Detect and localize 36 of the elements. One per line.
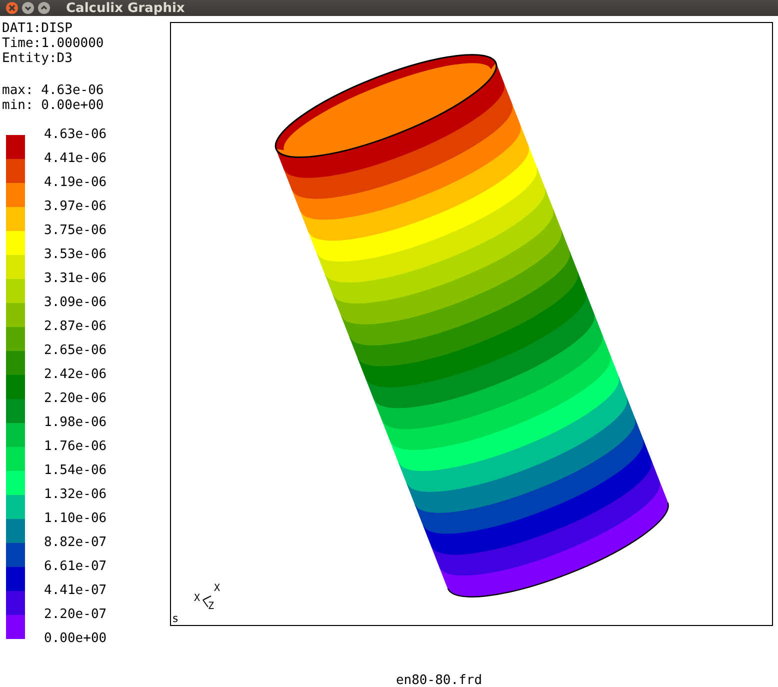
range-text: min: 0.00e+00 <box>2 98 105 113</box>
info-text: Time:1.000000 <box>2 36 105 51</box>
legend-value: 3.31e-06 <box>44 270 107 288</box>
range-text: max: 4.63e-06 <box>2 83 105 98</box>
legend-value: 3.09e-06 <box>44 294 107 312</box>
axis-label: X <box>194 593 200 604</box>
legend-value: 2.20e-07 <box>44 606 107 624</box>
legend-value: 8.82e-07 <box>44 534 107 552</box>
close-icon[interactable] <box>6 2 18 14</box>
legend-value: 0.00e+00 <box>44 630 107 648</box>
minimize-icon[interactable] <box>22 2 34 14</box>
legend-value: 4.41e-07 <box>44 582 107 600</box>
legend-value: 4.41e-06 <box>44 150 107 168</box>
maximize-icon[interactable] <box>38 2 50 14</box>
legend-value: 2.42e-06 <box>44 366 107 384</box>
legend-value: 3.97e-06 <box>44 198 107 216</box>
legend-value: 4.19e-06 <box>44 174 107 192</box>
window-title: Calculix Graphix <box>66 0 185 16</box>
axis-label: X <box>214 583 220 594</box>
file-name: en80-80.frd <box>396 673 482 687</box>
legend-value: 1.32e-06 <box>44 486 107 504</box>
legend-value: 2.87e-06 <box>44 318 107 336</box>
legend-value: 1.98e-06 <box>44 414 107 432</box>
legend-value: 2.20e-06 <box>44 390 107 408</box>
axis-label: Z <box>208 601 214 612</box>
info-text: DAT1:DISP <box>2 21 74 36</box>
legend-value: 6.61e-07 <box>44 558 107 576</box>
legend-value: 3.75e-06 <box>44 222 107 240</box>
legend-value: 1.54e-06 <box>44 462 107 480</box>
legend-value: 3.53e-06 <box>44 246 107 264</box>
info-text: Entity:D3 <box>2 51 74 66</box>
legend-value: 1.76e-06 <box>44 438 107 456</box>
legend-value: 1.10e-06 <box>44 510 107 528</box>
legend-value: 4.63e-06 <box>44 126 107 144</box>
corner-mark: s <box>172 612 179 625</box>
legend-value: 2.65e-06 <box>44 342 107 360</box>
